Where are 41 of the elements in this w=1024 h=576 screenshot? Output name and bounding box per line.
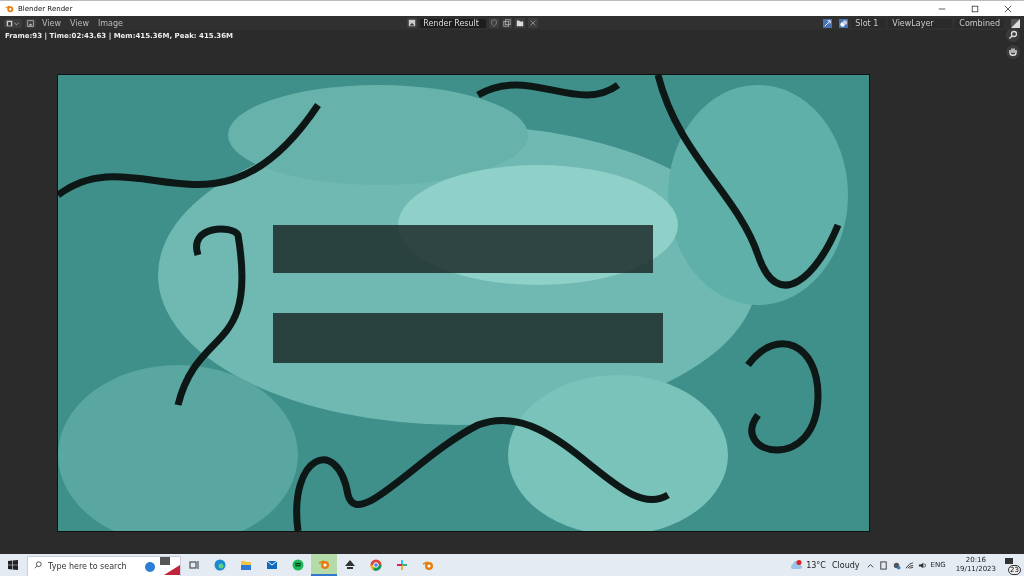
weather-cloud-icon bbox=[789, 560, 804, 570]
browser-icon bbox=[214, 559, 226, 571]
mail-icon bbox=[266, 559, 278, 571]
blender-icon bbox=[422, 559, 434, 571]
slack-icon bbox=[396, 559, 408, 571]
slot-dropdown[interactable]: Slot 1 bbox=[851, 18, 886, 28]
meet-now-icon[interactable] bbox=[878, 560, 888, 570]
maximize-icon[interactable] bbox=[971, 4, 979, 13]
shield-icon[interactable] bbox=[489, 18, 500, 28]
speaker-icon[interactable] bbox=[917, 560, 927, 570]
windows-start-icon[interactable] bbox=[8, 560, 18, 570]
overlay-icon[interactable] bbox=[839, 18, 849, 28]
close-icon[interactable] bbox=[528, 18, 539, 28]
render-pass-dropdown[interactable]: Combined bbox=[955, 18, 1004, 28]
cloud-sync-icon[interactable] bbox=[891, 560, 901, 570]
hand-icon[interactable] bbox=[1006, 45, 1020, 59]
image-browse-icon[interactable] bbox=[407, 18, 418, 28]
gizmo-icon[interactable] bbox=[823, 18, 833, 28]
view-layer-dropdown[interactable]: ViewLayer bbox=[888, 18, 953, 28]
zoom-icon[interactable] bbox=[1006, 28, 1020, 42]
close-icon[interactable] bbox=[1004, 4, 1012, 13]
chrome-icon bbox=[370, 559, 382, 571]
image-mode-button[interactable] bbox=[25, 18, 36, 28]
search-field[interactable]: Type here to search bbox=[27, 555, 181, 576]
editor-type-button[interactable] bbox=[4, 18, 22, 28]
music-app-icon bbox=[292, 559, 304, 571]
menu-item[interactable]: View bbox=[42, 18, 61, 28]
menu-item[interactable]: Image bbox=[97, 18, 124, 28]
weather-text[interactable]: Cloudy bbox=[831, 560, 860, 570]
image-name-field[interactable]: Render Result bbox=[420, 18, 487, 28]
menu-item[interactable]: View bbox=[70, 18, 89, 28]
temperature-text[interactable]: 13°C bbox=[806, 560, 826, 570]
blender-icon bbox=[318, 558, 330, 570]
search-icon bbox=[34, 561, 42, 569]
display-channels-icon[interactable] bbox=[1011, 18, 1020, 28]
folder-icon[interactable] bbox=[515, 18, 526, 28]
task-view-icon bbox=[188, 559, 200, 571]
notification-icon[interactable] bbox=[1004, 557, 1014, 567]
folder-icon bbox=[240, 559, 252, 571]
copy-icon[interactable] bbox=[502, 18, 513, 28]
blender-icon bbox=[5, 4, 14, 13]
